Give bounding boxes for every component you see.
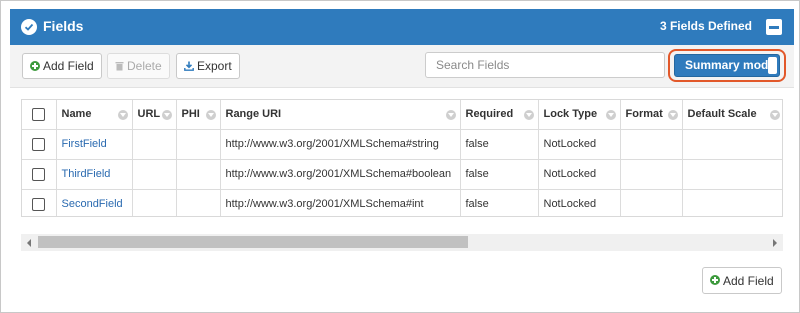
format-cell	[620, 129, 683, 160]
lock-type-cell: NotLocked	[538, 189, 621, 216]
add-field-label: Add Field	[723, 273, 774, 288]
add-field-label: Add Field	[43, 59, 94, 73]
phi-cell	[176, 129, 221, 160]
column-header-url[interactable]: URL	[132, 100, 177, 130]
column-header-lock-type[interactable]: Lock Type	[538, 100, 621, 130]
row-select-cell	[22, 129, 57, 160]
range-uri-cell: http://www.w3.org/2001/XMLSchema#int	[220, 189, 461, 216]
select-all-checkbox[interactable]	[32, 107, 46, 121]
column-label: Required	[465, 108, 514, 121]
url-cell	[132, 129, 177, 160]
summary-mode-label: Summary mode	[685, 58, 776, 72]
default-scale-cell	[682, 129, 782, 160]
table-row: ThirdField http://www.w3.org/2001/XMLSch…	[22, 159, 782, 190]
plus-circle-icon	[710, 275, 720, 286]
plus-circle-icon	[30, 60, 40, 71]
row-select-cell	[22, 189, 57, 216]
column-menu-icon[interactable]	[205, 110, 216, 120]
table-row: FirstField http://www.w3.org/2001/XMLSch…	[22, 129, 782, 160]
export-label: Export	[197, 59, 232, 73]
lock-type-cell: NotLocked	[538, 159, 621, 190]
url-cell	[132, 189, 177, 216]
row-checkbox[interactable]	[32, 197, 46, 211]
default-scale-cell	[682, 159, 782, 190]
column-menu-icon[interactable]	[667, 110, 678, 120]
phi-cell	[176, 189, 221, 216]
column-header-required[interactable]: Required	[460, 100, 539, 130]
format-cell	[620, 189, 683, 216]
url-cell	[132, 159, 177, 190]
field-name-link[interactable]: FirstField	[62, 138, 107, 150]
fields-table: Name URL PHI Range URI Required Lock Typ…	[22, 100, 782, 216]
panel-header[interactable]: Fields 3 Fields Defined	[10, 9, 794, 45]
column-header-default-scale[interactable]: Default Scale	[682, 100, 782, 130]
column-menu-icon[interactable]	[523, 110, 534, 120]
delete-label: Delete	[127, 59, 162, 73]
phi-cell	[176, 159, 221, 190]
column-menu-icon[interactable]	[769, 110, 780, 120]
delete-button[interactable]: Delete	[107, 53, 170, 79]
column-menu-icon[interactable]	[161, 110, 172, 120]
column-menu-icon[interactable]	[605, 110, 616, 120]
format-cell	[620, 159, 683, 190]
trash-icon	[115, 55, 124, 79]
default-scale-cell	[682, 189, 782, 216]
range-uri-cell: http://www.w3.org/2001/XMLSchema#boolean	[220, 159, 461, 190]
column-label: Format	[625, 108, 663, 121]
panel-title: Fields	[43, 18, 84, 34]
column-header-range-uri[interactable]: Range URI	[220, 100, 461, 130]
table-header-row: Name URL PHI Range URI Required Lock Typ…	[22, 100, 782, 130]
required-cell: false	[460, 159, 539, 190]
column-header-phi[interactable]: PHI	[176, 100, 221, 130]
scrollbar-thumb[interactable]	[38, 236, 468, 248]
add-field-button[interactable]: Add Field	[22, 53, 102, 79]
collapse-icon[interactable]	[766, 19, 782, 35]
select-all-cell	[22, 100, 57, 130]
column-header-format[interactable]: Format	[620, 100, 683, 130]
range-uri-cell: http://www.w3.org/2001/XMLSchema#string	[220, 129, 461, 160]
scroll-right-icon[interactable]	[773, 239, 777, 247]
check-circle-icon	[21, 19, 37, 35]
column-label: Default Scale	[687, 108, 757, 121]
summary-mode-highlight: Summary mode	[668, 49, 786, 82]
toolbar: Add Field Delete Export Summary mode	[10, 45, 794, 88]
field-name-link[interactable]: SecondField	[62, 198, 123, 210]
table-row: SecondField http://www.w3.org/2001/XMLSc…	[22, 189, 782, 216]
download-icon	[184, 55, 194, 79]
name-cell: SecondField	[56, 189, 133, 216]
column-label: Name	[61, 108, 92, 121]
column-menu-icon[interactable]	[117, 110, 128, 120]
search-fields-input[interactable]	[425, 52, 665, 78]
toggle-knob	[768, 57, 777, 74]
column-label: Lock Type	[543, 108, 598, 121]
required-cell: false	[460, 189, 539, 216]
column-label: URL	[137, 108, 161, 121]
export-button[interactable]: Export	[176, 53, 240, 79]
column-menu-icon[interactable]	[445, 110, 456, 120]
summary-mode-toggle[interactable]: Summary mode	[674, 54, 780, 77]
required-cell: false	[460, 129, 539, 160]
fields-panel: Fields 3 Fields Defined Add Field Delete…	[0, 0, 800, 313]
field-name-link[interactable]: ThirdField	[62, 168, 111, 180]
lock-type-cell: NotLocked	[538, 129, 621, 160]
column-label: Range URI	[225, 108, 282, 121]
column-label: PHI	[181, 108, 200, 121]
horizontal-scrollbar[interactable]	[21, 234, 783, 251]
fields-count: 3 Fields Defined	[659, 19, 752, 33]
row-select-cell	[22, 159, 57, 190]
row-checkbox[interactable]	[32, 137, 46, 151]
row-checkbox[interactable]	[32, 167, 46, 181]
scroll-left-icon[interactable]	[27, 239, 31, 247]
column-header-name[interactable]: Name	[56, 100, 133, 130]
name-cell: ThirdField	[56, 159, 133, 190]
fields-grid: Name URL PHI Range URI Required Lock Typ…	[21, 99, 783, 217]
add-field-bottom-button[interactable]: Add Field	[702, 267, 782, 294]
name-cell: FirstField	[56, 129, 133, 160]
